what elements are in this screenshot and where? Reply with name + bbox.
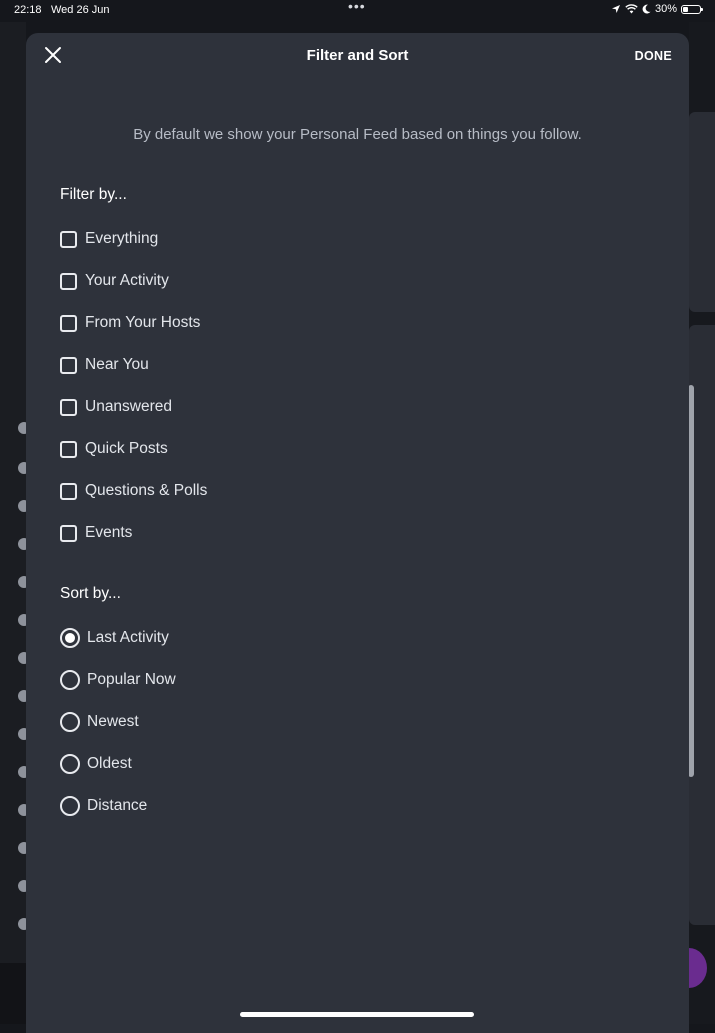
sort-option-popular-now[interactable]: Popular Now <box>60 668 176 692</box>
moon-icon <box>642 4 651 14</box>
battery-percent: 30% <box>654 3 677 15</box>
battery-level <box>683 6 688 12</box>
filter-option-label: Your Activity <box>85 272 169 289</box>
sort-option-label: Newest <box>87 713 139 730</box>
sort-option-last-activity[interactable]: Last Activity <box>60 626 169 650</box>
filter-sort-sheet: Filter and Sort DONE By default we show … <box>26 33 689 1033</box>
filter-option-label: From Your Hosts <box>85 314 201 331</box>
filter-option-label: Events <box>85 524 133 541</box>
filter-option-label: Quick Posts <box>85 440 168 457</box>
background-card <box>689 112 715 312</box>
sheet-title: Filter and Sort <box>306 47 409 64</box>
filter-option-from-your-hosts[interactable]: From Your Hosts <box>60 311 200 335</box>
location-icon <box>611 5 620 13</box>
sort-option-label: Distance <box>87 797 148 814</box>
status-indicators: 30% <box>611 3 703 15</box>
filter-section-title: Filter by... <box>60 186 127 203</box>
sort-option-label: Oldest <box>87 755 132 772</box>
battery-icon <box>681 4 703 14</box>
radio-button[interactable] <box>60 628 80 648</box>
radio-button[interactable] <box>60 712 80 732</box>
sort-option-newest[interactable]: Newest <box>60 710 139 734</box>
checkbox[interactable] <box>60 482 77 500</box>
sort-option-oldest[interactable]: Oldest <box>60 752 132 776</box>
radio-button[interactable] <box>60 796 80 816</box>
wifi-icon <box>625 4 638 14</box>
filter-option-near-you[interactable]: Near You <box>60 353 149 377</box>
status-bar: 22:18 Wed 26 Jun ••• 30% <box>0 0 715 22</box>
filter-option-everything[interactable]: Everything <box>60 227 158 251</box>
sort-option-label: Popular Now <box>87 671 176 688</box>
checkbox[interactable] <box>60 356 77 374</box>
radio-button[interactable] <box>60 670 80 690</box>
filter-option-events[interactable]: Events <box>60 521 132 545</box>
sort-section-title: Sort by... <box>60 585 121 602</box>
done-button[interactable]: DONE <box>635 49 672 63</box>
checkbox[interactable] <box>60 230 77 248</box>
filter-option-label: Questions & Polls <box>85 482 208 499</box>
sort-option-label: Last Activity <box>87 629 169 646</box>
filter-option-unanswered[interactable]: Unanswered <box>60 395 172 419</box>
filter-option-label: Everything <box>85 230 159 247</box>
filter-option-your-activity[interactable]: Your Activity <box>60 269 169 293</box>
filter-option-quick-posts[interactable]: Quick Posts <box>60 437 168 461</box>
sort-option-distance[interactable]: Distance <box>60 794 147 818</box>
home-indicator[interactable] <box>240 1012 474 1017</box>
checkbox[interactable] <box>60 272 77 290</box>
multitasking-dots-icon[interactable]: ••• <box>348 0 366 14</box>
checkbox[interactable] <box>60 440 77 458</box>
radio-button[interactable] <box>60 754 80 774</box>
status-time: 22:18 <box>14 4 42 16</box>
intro-text: By default we show your Personal Feed ba… <box>133 126 582 143</box>
filter-option-label: Near You <box>85 356 149 373</box>
filter-option-label: Unanswered <box>85 398 173 415</box>
background-sidebar <box>0 22 30 1024</box>
filter-option-questions-polls[interactable]: Questions & Polls <box>60 479 207 503</box>
checkbox[interactable] <box>60 314 77 332</box>
checkbox[interactable] <box>60 524 77 542</box>
status-date: Wed 26 Jun <box>51 4 110 16</box>
sheet-header: Filter and Sort DONE <box>26 33 689 79</box>
background-tabbar <box>0 963 26 1024</box>
checkbox[interactable] <box>60 398 77 416</box>
